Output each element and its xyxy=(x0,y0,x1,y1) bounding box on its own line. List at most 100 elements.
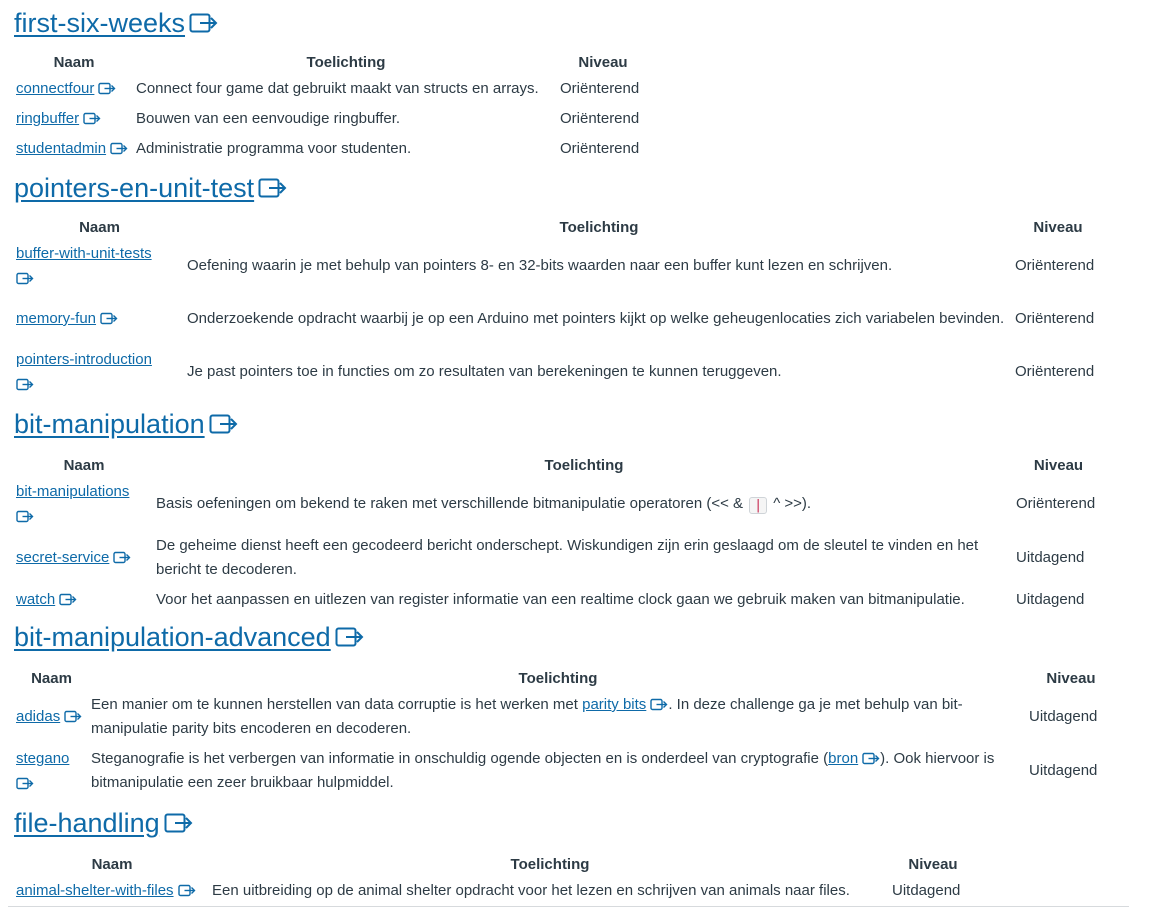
assignment-description: Een uitbreiding op de animal shelter opd… xyxy=(212,882,850,899)
section-link-bit-manipulation-advanced[interactable]: bit-manipulation-advanced xyxy=(14,622,331,652)
assignment-link[interactable]: studentadmin xyxy=(16,140,106,157)
table-row: bit-manipulations Basis oefeningen om be… xyxy=(14,477,1103,531)
assignment-level: Oriënterend xyxy=(1015,257,1095,274)
table-row: secret-service De geheime dienst heeft e… xyxy=(14,531,1103,585)
assignment-description: Voor het aanpassen en uitlezen van regis… xyxy=(156,591,965,608)
assignment-level: Uitdagend xyxy=(892,882,961,899)
table-header-row: Naam Toelichting Niveau xyxy=(14,50,648,74)
assignment-description: Administratie programma voor studenten. xyxy=(136,140,412,157)
external-link-icon[interactable] xyxy=(164,812,194,834)
external-link-icon[interactable] xyxy=(100,312,118,325)
external-link-icon[interactable] xyxy=(862,752,880,765)
external-link-icon[interactable] xyxy=(64,710,82,723)
assignment-link[interactable]: buffer-with-unit-tests xyxy=(16,245,152,262)
external-link-icon[interactable] xyxy=(650,698,668,711)
assignment-description: Basis oefeningen om bekend te raken met … xyxy=(156,495,812,514)
assignment-description: Bouwen van een eenvoudige ringbuffer. xyxy=(136,110,401,127)
section-heading: pointers-en-unit-test xyxy=(14,171,1103,205)
external-link-icon[interactable] xyxy=(16,510,34,523)
page-divider xyxy=(8,906,1129,907)
section-pointers-en-unit-test: pointers-en-unit-test Naam Toelichting N… xyxy=(14,171,1103,399)
table-row: animal-shelter-with-files Een uitbreidin… xyxy=(14,876,976,906)
column-header-naam: Naam xyxy=(91,855,133,873)
assignments-table: Naam Toelichting Niveau bit-manipulation… xyxy=(14,453,1103,615)
assignment-level: Oriënterend xyxy=(1015,310,1095,327)
column-header-niveau: Niveau xyxy=(1033,218,1083,236)
assignment-link[interactable]: animal-shelter-with-files xyxy=(16,882,174,899)
parity-bits-link[interactable]: parity bits xyxy=(582,696,646,713)
table-row: watch Voor het aanpassen en uitlezen van… xyxy=(14,585,1103,615)
external-link-icon[interactable] xyxy=(258,177,288,199)
assignment-link[interactable]: memory-fun xyxy=(16,310,96,327)
external-link-icon[interactable] xyxy=(16,378,34,391)
external-link-icon[interactable] xyxy=(16,777,34,790)
external-link-icon[interactable] xyxy=(177,884,196,897)
assignment-level: Uitdagend xyxy=(1029,762,1098,779)
section-heading: first-six-weeks xyxy=(14,6,648,40)
assignment-link[interactable]: stegano xyxy=(16,750,69,767)
column-header-niveau: Niveau xyxy=(908,855,958,873)
assignment-description: Steganografie is het verbergen van infor… xyxy=(91,750,995,791)
assignment-link[interactable]: adidas xyxy=(16,708,60,725)
assignment-level: Oriënterend xyxy=(1016,495,1096,512)
section-heading: file-handling xyxy=(14,806,976,840)
assignment-description: Onderzoekende opdracht waarbij je op een… xyxy=(187,310,1005,327)
external-link-icon[interactable] xyxy=(59,593,77,606)
section-link-file-handling[interactable]: file-handling xyxy=(14,808,160,838)
section-bit-manipulation-advanced: bit-manipulation-advanced Naam Toelichti… xyxy=(14,620,1115,798)
column-header-niveau: Niveau xyxy=(1046,669,1096,687)
section-link-bit-manipulation[interactable]: bit-manipulation xyxy=(14,409,205,439)
assignment-link[interactable]: secret-service xyxy=(16,549,109,566)
assignment-description: Oefening waarin je met behulp van pointe… xyxy=(187,257,893,274)
assignment-link[interactable]: connectfour xyxy=(16,80,94,97)
section-heading: bit-manipulation xyxy=(14,407,1103,441)
inline-code: | xyxy=(749,497,768,514)
assignments-table: Naam Toelichting Niveau buffer-with-unit… xyxy=(14,215,1103,399)
assignment-level: Uitdagend xyxy=(1016,549,1085,566)
column-header-toelichting: Toelichting xyxy=(544,456,624,474)
table-row: ringbuffer Bouwen van een eenvoudige rin… xyxy=(14,104,648,134)
table-header-row: Naam Toelichting Niveau xyxy=(14,215,1103,239)
external-link-icon[interactable] xyxy=(189,12,219,34)
assignment-link[interactable]: ringbuffer xyxy=(16,110,79,127)
section-link-pointers-en-unit-test[interactable]: pointers-en-unit-test xyxy=(14,173,254,203)
external-link-icon[interactable] xyxy=(83,112,101,125)
external-link-icon[interactable] xyxy=(113,551,131,564)
section-first-six-weeks: first-six-weeks Naam Toelichting Niveau … xyxy=(14,6,648,164)
external-link-icon[interactable] xyxy=(110,142,128,155)
assignment-description: Een manier om te kunnen herstellen van d… xyxy=(91,696,963,737)
assignment-level: Uitdagend xyxy=(1016,591,1085,608)
table-row: pointers-introduction Je past pointers t… xyxy=(14,345,1103,399)
assignment-link[interactable]: watch xyxy=(16,591,55,608)
table-row: buffer-with-unit-tests Oefening waarin j… xyxy=(14,239,1103,293)
section-heading: bit-manipulation-advanced xyxy=(14,620,1115,654)
bron-link[interactable]: bron xyxy=(828,750,858,767)
column-header-niveau: Niveau xyxy=(1033,456,1084,474)
assignment-level: Oriënterend xyxy=(560,110,640,127)
assignment-link[interactable]: pointers-introduction xyxy=(16,351,152,368)
table-row: adidas Een manier om te kunnen herstelle… xyxy=(14,690,1115,744)
table-header-row: Naam Toelichting Niveau xyxy=(14,453,1103,477)
assignment-description: Je past pointers toe in functies om zo r… xyxy=(187,363,782,380)
table-row: connectfour Connect four game dat gebrui… xyxy=(14,74,648,104)
column-header-toelichting: Toelichting xyxy=(559,218,639,236)
external-link-icon[interactable] xyxy=(335,626,365,648)
external-link-icon[interactable] xyxy=(16,272,34,285)
table-row: studentadmin Administratie programma voo… xyxy=(14,134,648,164)
column-header-toelichting: Toelichting xyxy=(518,669,598,687)
assignment-description: De geheime dienst heeft een gecodeerd be… xyxy=(156,537,979,578)
assignments-table: Naam Toelichting Niveau adidas Een manie… xyxy=(14,666,1115,798)
external-link-icon[interactable] xyxy=(209,413,239,435)
table-row: stegano Steganografie is het verbergen v… xyxy=(14,744,1115,798)
assignments-table: Naam Toelichting Niveau animal-shelter-w… xyxy=(14,852,976,906)
section-link-first-six-weeks[interactable]: first-six-weeks xyxy=(14,8,185,38)
section-bit-manipulation: bit-manipulation Naam Toelichting Niveau… xyxy=(14,407,1103,615)
assignment-link[interactable]: bit-manipulations xyxy=(16,483,129,500)
table-header-row: Naam Toelichting Niveau xyxy=(14,666,1115,690)
assignment-level: Oriënterend xyxy=(1015,363,1095,380)
column-header-naam: Naam xyxy=(31,669,72,687)
column-header-toelichting: Toelichting xyxy=(510,855,590,873)
assignment-level: Uitdagend xyxy=(1029,708,1098,725)
external-link-icon[interactable] xyxy=(98,82,116,95)
column-header-niveau: Niveau xyxy=(578,53,628,71)
